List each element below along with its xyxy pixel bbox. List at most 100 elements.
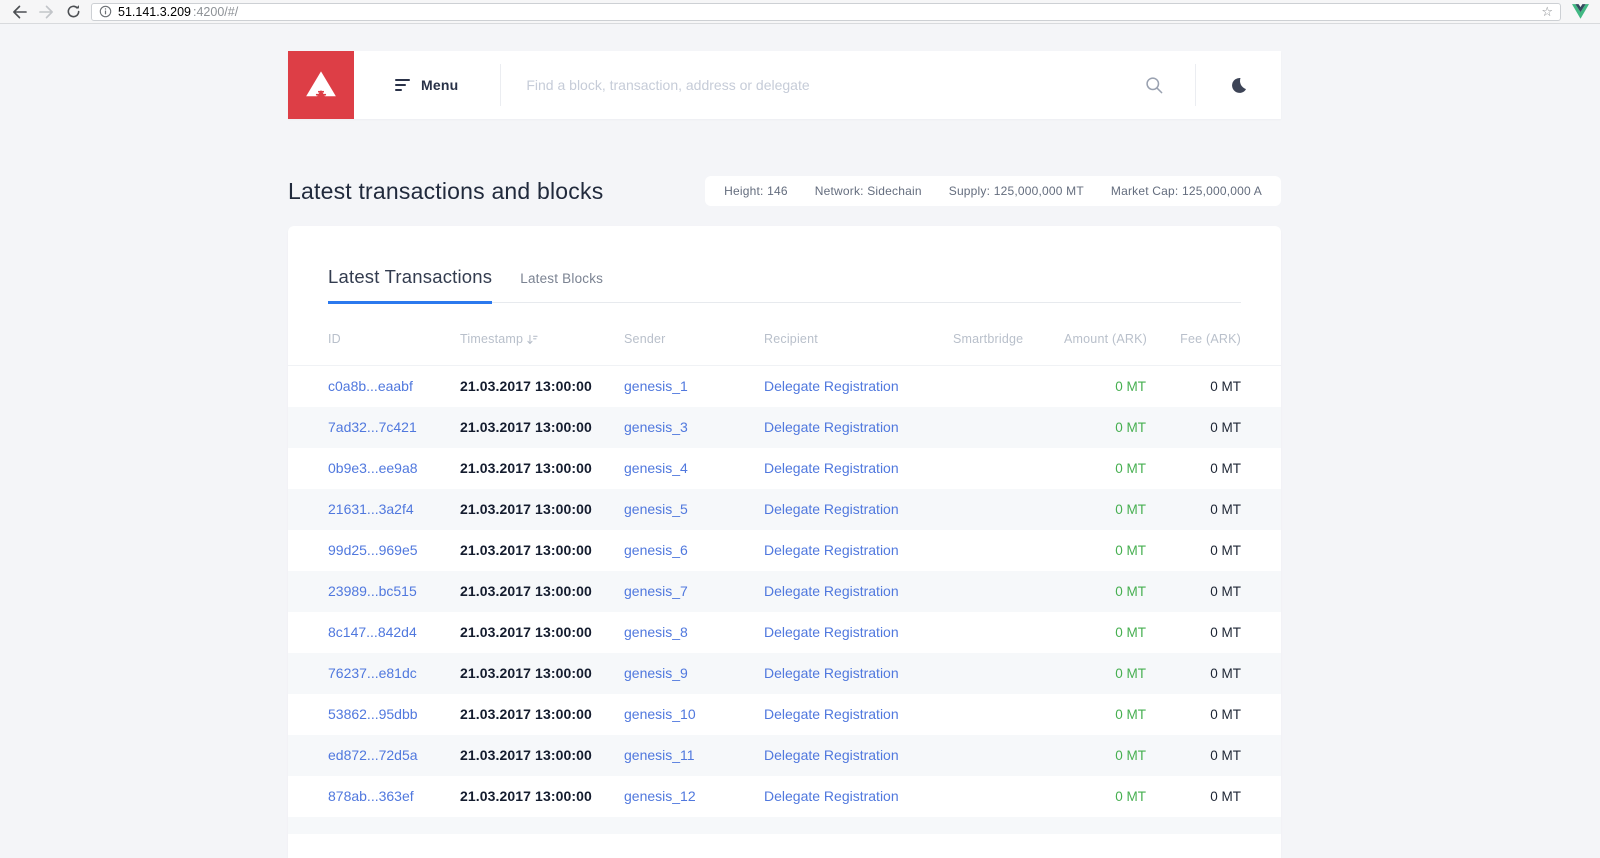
timestamp-cell: 21.03.2017 13:00:00 xyxy=(460,460,592,476)
transaction-id-link[interactable]: 0b9e3...ee9a8 xyxy=(328,460,418,476)
transactions-table: ID Timestamp Sender Recipient Smartbridg… xyxy=(288,303,1281,817)
menu-button[interactable]: Menu xyxy=(395,77,458,93)
sender-link[interactable]: genesis_7 xyxy=(624,583,688,599)
recipient-link[interactable]: Delegate Registration xyxy=(764,419,899,435)
search-button[interactable] xyxy=(1145,76,1164,95)
sender-link[interactable]: genesis_4 xyxy=(624,460,688,476)
sender-link[interactable]: genesis_3 xyxy=(624,419,688,435)
menu-lines-icon xyxy=(395,79,410,91)
recipient-link[interactable]: Delegate Registration xyxy=(764,460,899,476)
recipient-link[interactable]: Delegate Registration xyxy=(764,583,899,599)
table-row: 8c147...842d4 21.03.2017 13:00:00 genesi… xyxy=(288,612,1281,653)
amount-cell: 0 MT xyxy=(1115,666,1146,681)
amount-cell: 0 MT xyxy=(1115,789,1146,804)
table-row: 53862...95dbb 21.03.2017 13:00:00 genesi… xyxy=(288,694,1281,735)
sender-link[interactable]: genesis_10 xyxy=(624,706,696,722)
timestamp-cell: 21.03.2017 13:00:00 xyxy=(460,706,592,722)
sender-link[interactable]: genesis_11 xyxy=(624,747,695,763)
amount-cell: 0 MT xyxy=(1115,625,1146,640)
table-row: 0b9e3...ee9a8 21.03.2017 13:00:00 genesi… xyxy=(288,448,1281,489)
stat-height: Height: 146 xyxy=(724,184,788,198)
sender-link[interactable]: genesis_6 xyxy=(624,542,688,558)
recipient-link[interactable]: Delegate Registration xyxy=(764,624,899,640)
sender-link[interactable]: genesis_9 xyxy=(624,665,688,681)
dark-mode-toggle[interactable] xyxy=(1196,76,1281,95)
transaction-id-link[interactable]: 21631...3a2f4 xyxy=(328,501,414,517)
recipient-link[interactable]: Delegate Registration xyxy=(764,706,899,722)
recipient-link[interactable]: Delegate Registration xyxy=(764,378,899,394)
table-row-partial xyxy=(288,816,1281,834)
menu-label: Menu xyxy=(421,77,459,93)
top-navbar: Menu xyxy=(288,51,1281,119)
timestamp-cell: 21.03.2017 13:00:00 xyxy=(460,747,592,763)
fee-cell: 0 MT xyxy=(1210,420,1241,435)
bookmark-star-icon[interactable]: ☆ xyxy=(1541,5,1553,18)
col-header-smartbridge: Smartbridge xyxy=(953,303,1064,366)
browser-forward-icon[interactable] xyxy=(37,3,55,21)
timestamp-cell: 21.03.2017 13:00:00 xyxy=(460,583,592,599)
transaction-id-link[interactable]: 99d25...969e5 xyxy=(328,542,418,558)
browser-back-icon[interactable] xyxy=(10,3,28,21)
fee-cell: 0 MT xyxy=(1210,543,1241,558)
recipient-link[interactable]: Delegate Registration xyxy=(764,665,899,681)
page-info-icon[interactable] xyxy=(99,5,112,18)
amount-cell: 0 MT xyxy=(1115,502,1146,517)
transaction-id-link[interactable]: 878ab...363ef xyxy=(328,788,414,804)
amount-cell: 0 MT xyxy=(1115,461,1146,476)
table-row: 878ab...363ef 21.03.2017 13:00:00 genesi… xyxy=(288,776,1281,817)
vue-devtools-extension-icon[interactable] xyxy=(1570,4,1590,20)
table-row: c0a8b...eaabf 21.03.2017 13:00:00 genesi… xyxy=(288,366,1281,407)
fee-cell: 0 MT xyxy=(1210,666,1241,681)
recipient-link[interactable]: Delegate Registration xyxy=(764,542,899,558)
fee-cell: 0 MT xyxy=(1210,625,1241,640)
sender-link[interactable]: genesis_1 xyxy=(624,378,688,394)
sender-link[interactable]: genesis_12 xyxy=(624,788,696,804)
timestamp-cell: 21.03.2017 13:00:00 xyxy=(460,419,592,435)
recipient-link[interactable]: Delegate Registration xyxy=(764,747,899,763)
sender-link[interactable]: genesis_8 xyxy=(624,624,688,640)
sender-link[interactable]: genesis_5 xyxy=(624,501,688,517)
timestamp-cell: 21.03.2017 13:00:00 xyxy=(460,788,592,804)
tab-latest-blocks[interactable]: Latest Blocks xyxy=(520,271,603,302)
amount-cell: 0 MT xyxy=(1115,748,1146,763)
fee-cell: 0 MT xyxy=(1210,707,1241,722)
fee-cell: 0 MT xyxy=(1210,379,1241,395)
stat-market-cap: Market Cap: 125,000,000 A xyxy=(1110,184,1262,198)
timestamp-cell: 21.03.2017 13:00:00 xyxy=(460,378,592,395)
col-header-fee: Fee (ARK) xyxy=(1146,303,1281,366)
browser-toolbar: 51.141.3.209:4200/#/ ☆ xyxy=(0,0,1600,24)
col-header-amount: Amount (ARK) xyxy=(1064,303,1147,366)
fee-cell: 0 MT xyxy=(1210,584,1241,599)
table-header-row: ID Timestamp Sender Recipient Smartbridg… xyxy=(288,303,1281,366)
stat-supply: Supply: 125,000,000 MT xyxy=(948,184,1084,198)
fee-cell: 0 MT xyxy=(1210,502,1241,517)
fee-cell: 0 MT xyxy=(1210,748,1241,763)
recipient-link[interactable]: Delegate Registration xyxy=(764,788,899,804)
network-stats-bar: Height: 146 Network: Sidechain Supply: 1… xyxy=(705,176,1281,206)
transaction-id-link[interactable]: 76237...e81dc xyxy=(328,665,417,681)
search-input[interactable] xyxy=(501,77,1145,93)
moon-icon xyxy=(1232,77,1247,93)
ark-logo[interactable] xyxy=(288,51,354,119)
transaction-id-link[interactable]: 8c147...842d4 xyxy=(328,624,417,640)
transaction-id-link[interactable]: 23989...bc515 xyxy=(328,583,417,599)
transaction-id-link[interactable]: ed872...72d5a xyxy=(328,747,418,763)
url-path: :4200/#/ xyxy=(193,4,239,19)
browser-reload-icon[interactable] xyxy=(64,3,82,21)
amount-cell: 0 MT xyxy=(1115,584,1146,599)
search-icon xyxy=(1146,76,1163,93)
timestamp-cell: 21.03.2017 13:00:00 xyxy=(460,665,592,681)
transaction-id-link[interactable]: 53862...95dbb xyxy=(328,706,418,722)
amount-cell: 0 MT xyxy=(1115,379,1146,395)
tab-latest-transactions[interactable]: Latest Transactions xyxy=(328,266,493,304)
latest-activity-card: Latest Transactions Latest Blocks ID Tim… xyxy=(288,226,1281,858)
transaction-id-link[interactable]: c0a8b...eaabf xyxy=(328,378,413,394)
table-row: 99d25...969e5 21.03.2017 13:00:00 genesi… xyxy=(288,530,1281,571)
address-bar[interactable]: 51.141.3.209:4200/#/ ☆ xyxy=(91,2,1561,21)
col-header-timestamp: Timestamp xyxy=(460,303,624,366)
stat-network: Network: Sidechain xyxy=(814,184,922,198)
fee-cell: 0 MT xyxy=(1210,789,1241,804)
recipient-link[interactable]: Delegate Registration xyxy=(764,501,899,517)
transaction-id-link[interactable]: 7ad32...7c421 xyxy=(328,419,417,435)
amount-cell: 0 MT xyxy=(1115,707,1146,722)
